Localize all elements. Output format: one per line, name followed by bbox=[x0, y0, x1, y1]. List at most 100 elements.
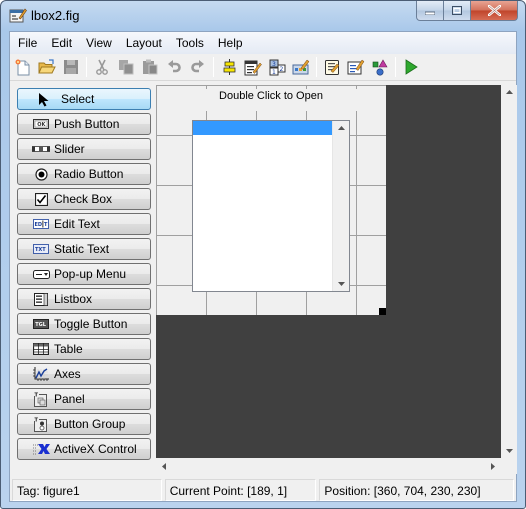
status-tag: Tag: figure1 bbox=[12, 479, 162, 501]
palette-toggle-button[interactable]: TGL Toggle Button bbox=[17, 313, 151, 335]
toolbar-separator bbox=[86, 57, 87, 77]
status-current-point: Current Point: [189, 1] bbox=[164, 479, 317, 501]
svg-text:2: 2 bbox=[279, 66, 283, 73]
menu-editor-icon bbox=[244, 60, 262, 75]
open-button[interactable] bbox=[36, 56, 58, 78]
guide-app-icon bbox=[9, 8, 27, 23]
toolbar-separator bbox=[395, 57, 396, 77]
close-icon bbox=[487, 5, 501, 16]
arrow-right-icon bbox=[491, 462, 495, 470]
menu-layout[interactable]: Layout bbox=[119, 32, 169, 54]
palette-axes[interactable]: Axes bbox=[17, 363, 151, 385]
maximize-icon bbox=[452, 6, 462, 15]
scroll-up-arrow[interactable] bbox=[501, 85, 517, 99]
menu-edit[interactable]: Edit bbox=[44, 32, 79, 54]
menu-help[interactable]: Help bbox=[211, 32, 250, 54]
new-figure-button[interactable] bbox=[12, 56, 34, 78]
palette-activex-control[interactable]: ActiveX Control bbox=[17, 438, 151, 460]
menu-editor-button[interactable] bbox=[242, 56, 264, 78]
align-objects-button[interactable] bbox=[218, 56, 240, 78]
push-button-icon: OK bbox=[32, 117, 50, 131]
palette-radio-button[interactable]: Radio Button bbox=[17, 163, 151, 185]
toolbar-editor-icon bbox=[292, 59, 310, 75]
svg-text:OK: OK bbox=[37, 122, 46, 128]
listbox-control[interactable] bbox=[192, 120, 350, 292]
palette-label: Button Group bbox=[54, 417, 126, 431]
panel-icon: T bbox=[32, 391, 50, 407]
redo-button[interactable] bbox=[187, 56, 209, 78]
run-figure-button[interactable] bbox=[400, 56, 422, 78]
menu-view[interactable]: View bbox=[79, 32, 119, 54]
palette-static-text[interactable]: TXT Static Text bbox=[17, 238, 151, 260]
status-position: Position: [360, 704, 230, 230] bbox=[319, 479, 515, 501]
window-controls bbox=[416, 1, 518, 21]
slider-icon bbox=[32, 142, 50, 156]
toolbar-editor-button[interactable] bbox=[290, 56, 312, 78]
menu-bar: File Edit View Layout Tools Help bbox=[10, 32, 516, 54]
palette-label: Pop-up Menu bbox=[54, 267, 127, 281]
palette-panel[interactable]: T Panel bbox=[17, 388, 151, 410]
vertical-scrollbar[interactable] bbox=[501, 85, 517, 458]
grid-line bbox=[156, 85, 386, 86]
scroll-left-arrow[interactable] bbox=[156, 459, 172, 473]
svg-text:3: 3 bbox=[272, 61, 276, 68]
listbox-scrollbar[interactable] bbox=[332, 121, 349, 291]
palette-label: Toggle Button bbox=[54, 317, 128, 331]
paste-icon bbox=[143, 59, 158, 75]
tab-order-editor-button[interactable]: 123 bbox=[266, 56, 288, 78]
radio-button-icon bbox=[32, 167, 50, 181]
maximize-button[interactable] bbox=[444, 1, 471, 21]
paste-button[interactable] bbox=[139, 56, 161, 78]
toggle-button-icon: TGL bbox=[32, 317, 50, 331]
figure-title-area: Double Click to Open bbox=[156, 85, 386, 115]
menu-file[interactable]: File bbox=[11, 32, 44, 54]
palette-listbox[interactable]: Listbox bbox=[17, 288, 151, 310]
layout-canvas[interactable]: Double Click to Open bbox=[156, 85, 501, 458]
palette-slider[interactable]: Slider bbox=[17, 138, 151, 160]
listbox-selected-item[interactable] bbox=[193, 121, 333, 135]
palette-label: Check Box bbox=[54, 192, 113, 206]
palette-label: Select bbox=[61, 92, 95, 106]
m-file-editor-icon bbox=[324, 59, 339, 75]
svg-text:TGL: TGL bbox=[35, 322, 47, 328]
toolbar-separator bbox=[316, 57, 317, 77]
svg-text:TXT: TXT bbox=[35, 247, 46, 253]
horizontal-scrollbar[interactable] bbox=[156, 458, 501, 474]
menu-tools[interactable]: Tools bbox=[169, 32, 211, 54]
run-icon bbox=[405, 59, 418, 75]
object-browser-button[interactable] bbox=[369, 56, 391, 78]
close-button[interactable] bbox=[471, 1, 518, 21]
palette-popup-menu[interactable]: Pop-up Menu bbox=[17, 263, 151, 285]
palette-check-box[interactable]: Check Box bbox=[17, 188, 151, 210]
figure-area[interactable]: Double Click to Open bbox=[156, 85, 386, 315]
minimize-button[interactable] bbox=[416, 1, 444, 21]
scroll-up-arrow[interactable] bbox=[333, 121, 350, 135]
palette-table[interactable]: Table bbox=[17, 338, 151, 360]
copy-button[interactable] bbox=[115, 56, 137, 78]
scroll-down-arrow[interactable] bbox=[333, 277, 350, 291]
property-inspector-icon bbox=[347, 59, 365, 75]
tab-order-icon: 1 23 bbox=[269, 59, 285, 76]
palette-edit-text[interactable]: ED T Edit Text bbox=[17, 213, 151, 235]
undo-button[interactable] bbox=[163, 56, 185, 78]
svg-text:T: T bbox=[44, 222, 48, 228]
double-click-hint: Double Click to Open bbox=[219, 90, 323, 102]
editor-button[interactable] bbox=[321, 56, 343, 78]
title-bar[interactable]: lbox2.fig bbox=[1, 1, 525, 31]
palette-select[interactable]: Select bbox=[17, 88, 151, 110]
save-button[interactable] bbox=[60, 56, 82, 78]
figure-resize-handle[interactable] bbox=[379, 308, 386, 315]
palette-button-group[interactable]: T Button Group bbox=[17, 413, 151, 435]
scroll-down-arrow[interactable] bbox=[501, 444, 517, 458]
copy-icon bbox=[119, 60, 134, 75]
status-bar: Tag: figure1 Current Point: [189, 1] Pos… bbox=[10, 478, 516, 502]
activex-icon bbox=[32, 442, 50, 456]
palette-push-button[interactable]: OK Push Button bbox=[17, 113, 151, 135]
guide-window: lbox2.fig File Edit View Layout Tools He… bbox=[0, 0, 526, 509]
property-inspector-button[interactable] bbox=[345, 56, 367, 78]
arrow-cursor-icon bbox=[35, 92, 53, 106]
align-icon bbox=[223, 59, 236, 75]
scissors-icon bbox=[96, 59, 108, 75]
cut-button[interactable] bbox=[91, 56, 113, 78]
scroll-right-arrow[interactable] bbox=[485, 459, 501, 473]
